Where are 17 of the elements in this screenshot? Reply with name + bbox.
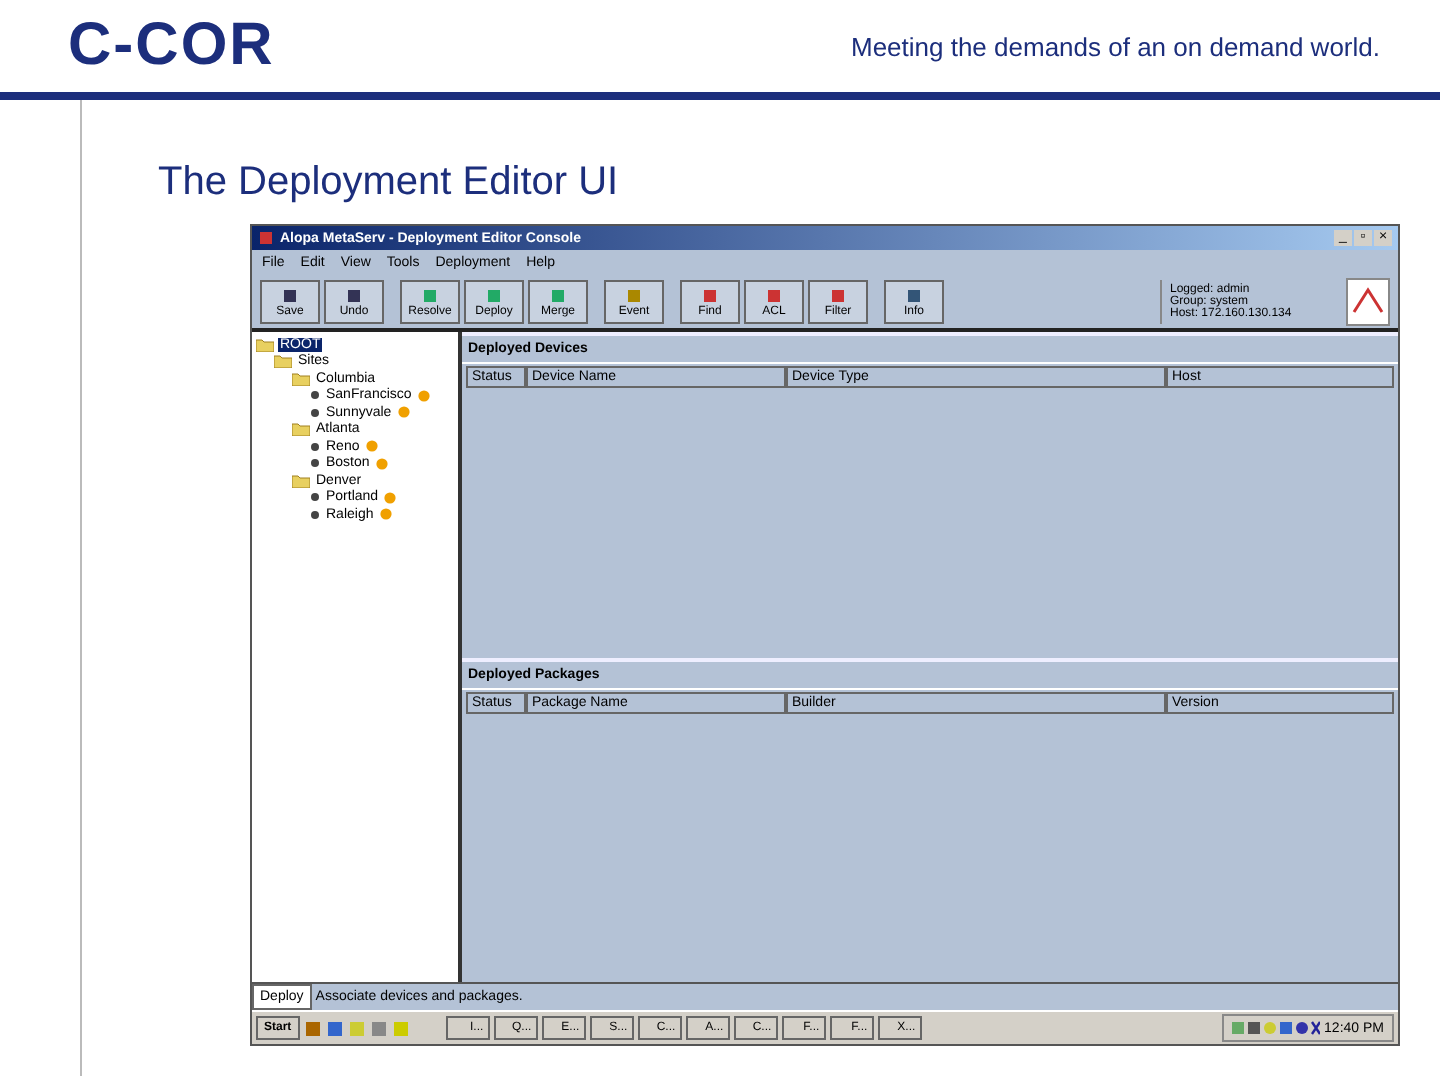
folder-icon bbox=[292, 473, 310, 488]
tagline: Meeting the demands of an on demand world. bbox=[850, 31, 1380, 61]
square-icon bbox=[422, 287, 438, 303]
slide-title: The Deployment Editor UI bbox=[158, 160, 621, 208]
square-icon bbox=[702, 287, 718, 303]
square-icon bbox=[830, 287, 846, 303]
app-icon bbox=[258, 230, 274, 246]
folder-icon bbox=[292, 422, 310, 437]
square-icon bbox=[346, 287, 362, 303]
square-icon bbox=[486, 287, 502, 303]
square-icon bbox=[282, 287, 298, 303]
tray-icons-drawing bbox=[1232, 1020, 1321, 1036]
square-icon bbox=[906, 287, 922, 303]
square-icon bbox=[766, 287, 782, 303]
company-logo: C-COR bbox=[68, 12, 275, 80]
square-icon bbox=[550, 287, 566, 303]
square-icon bbox=[626, 287, 642, 303]
